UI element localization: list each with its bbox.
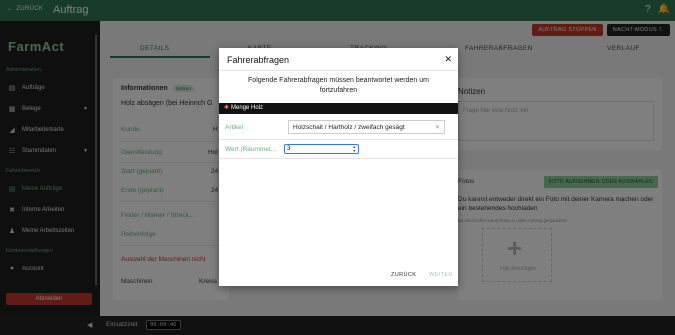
article-select-value: Holzschait / Hartholz / zweifach gesägt <box>293 123 405 131</box>
article-label: Artikel <box>225 124 244 131</box>
driver-queries-dialog: Fahrerabfragen ✕ Folgende Fahrerabfragen… <box>219 48 458 286</box>
clear-icon[interactable]: ✕ <box>435 124 440 131</box>
amount-number-input[interactable]: 3 ▲ ▼ <box>284 144 359 154</box>
amount-label: Wert (Raummet... <box>225 146 277 153</box>
dialog-title: Fahrerabfragen <box>227 55 290 65</box>
stepper-icon[interactable]: ▲ ▼ <box>353 145 356 153</box>
query-section-title: Menge Holz <box>231 105 264 111</box>
divider <box>219 158 458 159</box>
dialog-next-button[interactable]: WEITER <box>429 272 453 278</box>
close-icon[interactable]: ✕ <box>444 54 452 65</box>
dialog-back-button[interactable]: ZURÜCK <box>391 272 416 278</box>
divider <box>219 70 458 71</box>
required-icon: ✱ <box>224 105 230 111</box>
dialog-message: Folgende Fahrerabfragen müssen beantwort… <box>248 77 429 94</box>
query-section-header: ✱ Menge Holz <box>219 103 458 114</box>
article-select[interactable]: Holzschait / Hartholz / zweifach gesägt … <box>288 120 445 134</box>
divider <box>219 139 458 140</box>
amount-input-value: 3 <box>287 145 291 152</box>
